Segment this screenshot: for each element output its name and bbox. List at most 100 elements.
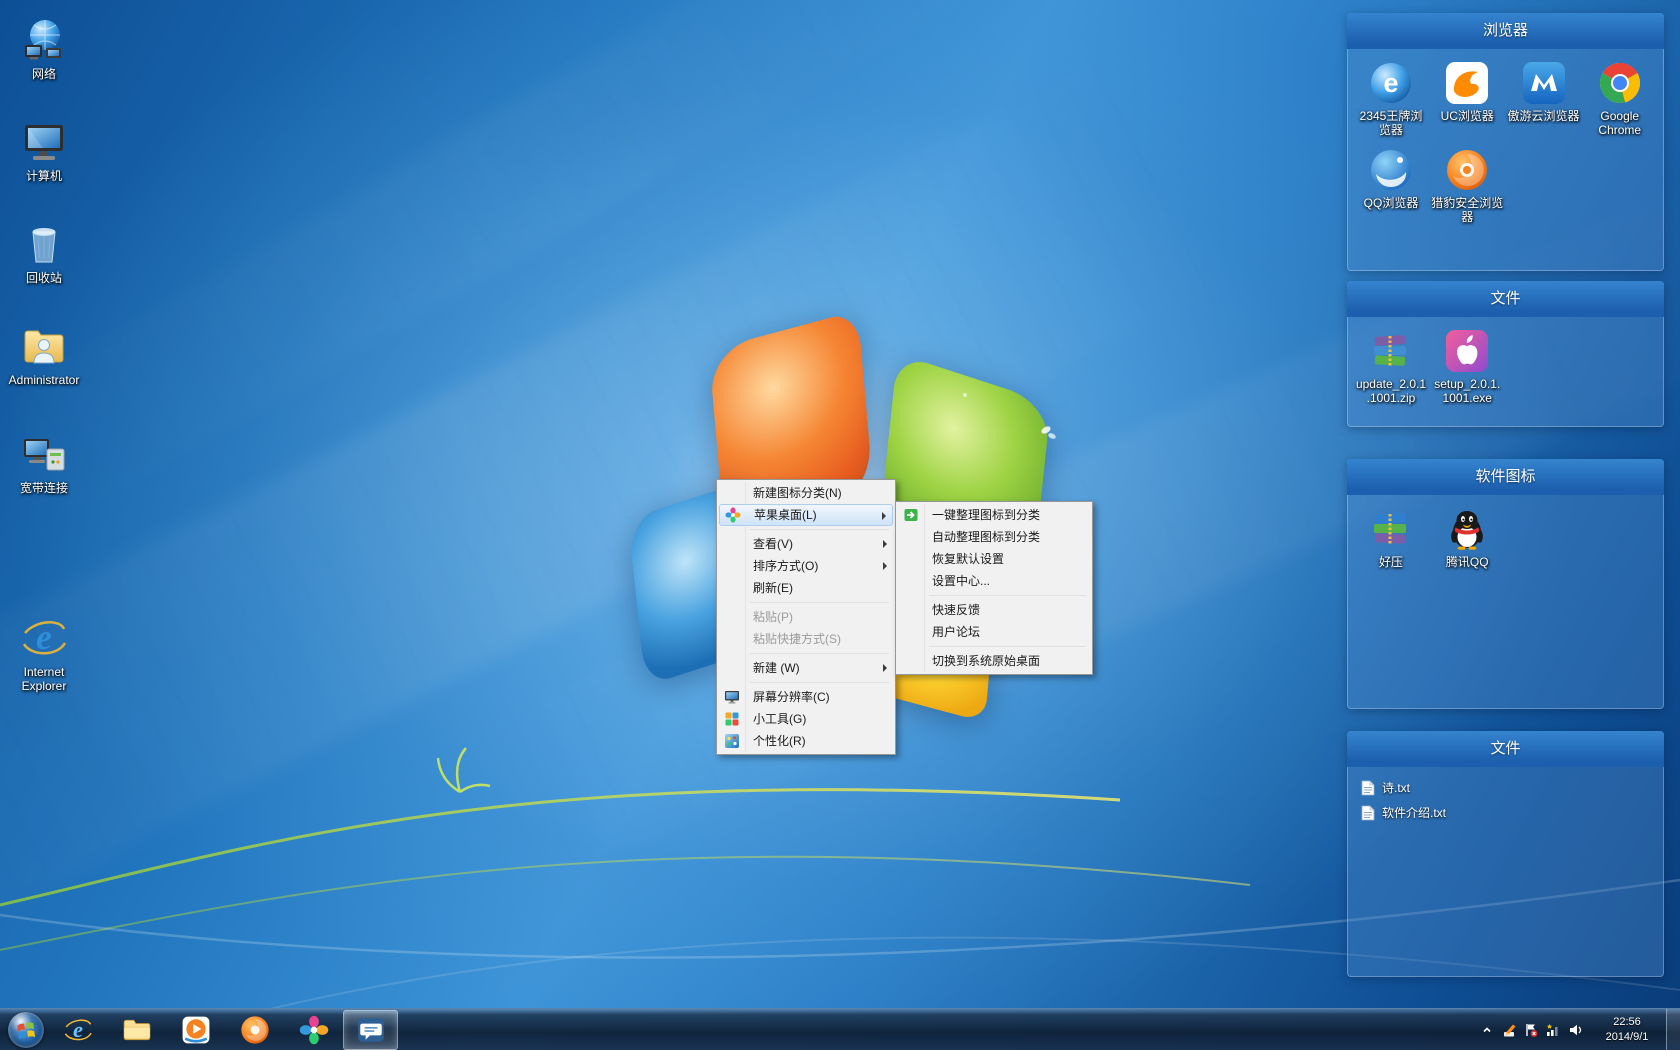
panel-body: e 2345王牌浏览器 UC浏览器 傲游云浏览器 [1347,49,1664,237]
panel-file-setup-exe[interactable]: setup_2.0.1.1001.exe [1429,329,1505,406]
taskbar-apple-desktop[interactable] [284,1009,343,1050]
taskbar-clock[interactable]: 22:56 2014/9/1 [1594,1015,1660,1045]
panel-file-poem-txt[interactable]: 诗.txt [1351,775,1660,800]
panel-app-google-chrome[interactable]: Google Chrome [1582,61,1658,138]
qq-browser-icon [1369,148,1413,192]
file-label: 软件介绍.txt [1382,804,1446,821]
desktop-icon-label: 回收站 [26,271,62,285]
menu-item-refresh[interactable]: 刷新(E) [719,577,893,599]
user-folder-icon [20,322,68,370]
tray-volume[interactable] [1564,1019,1586,1041]
clock-time: 22:56 [1594,1015,1660,1030]
desktop-icon-administrator[interactable]: Administrator [6,322,82,387]
panel-app-haozip[interactable]: 好压 [1353,507,1429,569]
desktop-icon-recycle-bin[interactable]: 回收站 [6,220,82,285]
menu-item-new[interactable]: 新建 (W) [719,657,893,679]
taskbar-internet-explorer[interactable]: e [48,1009,107,1050]
gadgets-icon [724,711,740,727]
file-label: 诗.txt [1382,779,1410,796]
tray-pen-input[interactable] [1498,1019,1520,1041]
menu-item-label: 一键整理图标到分类 [932,508,1040,522]
app-label: 好压 [1379,555,1403,569]
submenu-item-user-forum[interactable]: 用户论坛 [898,621,1090,643]
panel-app-uc-browser[interactable]: UC浏览器 [1429,61,1505,138]
panel-file-software-intro-txt[interactable]: 软件介绍.txt [1351,800,1660,825]
panel-body: 好压 腾讯QQ [1347,495,1664,581]
app-label: 猎豹安全浏览器 [1431,196,1503,225]
menu-item-label: 新建图标分类(N) [753,486,842,500]
panel-app-liebao-browser[interactable]: 猎豹安全浏览器 [1429,148,1505,225]
taskbar-notes-app[interactable] [343,1010,398,1050]
taskbar-media-player[interactable] [166,1009,225,1050]
recycle-bin-icon [20,220,68,268]
desktop-icon-broadband[interactable]: 宽带连接 [6,430,82,495]
desktop-icon-network[interactable]: 网络 [6,16,82,81]
qq-penguin-icon [1445,507,1489,551]
panel-app-qq-browser[interactable]: QQ浏览器 [1353,148,1429,225]
menu-item-new-icon-category[interactable]: 新建图标分类(N) [719,482,893,504]
app-label: UC浏览器 [1441,109,1494,123]
tray-show-hidden-icons[interactable] [1476,1019,1498,1041]
app-label: 腾讯QQ [1446,555,1489,569]
menu-item-gadgets[interactable]: 小工具(G) [719,708,893,730]
menu-item-sort-by[interactable]: 排序方式(O) [719,555,893,577]
submenu-item-one-key-organize[interactable]: 一键整理图标到分类 [898,504,1090,526]
start-button[interactable] [8,1012,44,1048]
submenu-item-switch-to-original-desktop[interactable]: 切换到系统原始桌面 [898,650,1090,672]
haozip-icon [1369,507,1413,551]
chat-bubble-icon [356,1015,386,1045]
menu-item-label: 新建 (W) [753,661,800,675]
taskbar-windows-explorer[interactable] [107,1009,166,1050]
menu-item-screen-resolution[interactable]: 屏幕分辨率(C) [719,686,893,708]
desktop-icon-label: 计算机 [26,169,62,183]
chrome-icon [1598,61,1642,105]
menu-item-label: 设置中心... [932,574,990,588]
show-desktop-button[interactable] [1666,1009,1680,1050]
uc-browser-icon [1445,61,1489,105]
liebao-browser-icon [1445,148,1489,192]
panel-header[interactable]: 软件图标 [1347,459,1664,495]
text-file-icon [1361,805,1375,821]
panel-app-tencent-qq[interactable]: 腾讯QQ [1429,507,1505,569]
desktop: 网络 计算机 回收站 Administrator [0,0,1680,1050]
menu-item-apple-desktop[interactable]: 苹果桌面(L) [719,504,893,526]
internet-explorer-icon: e [20,614,68,662]
menu-item-label: 用户论坛 [932,625,980,639]
desktop-icon-label: Administrator [9,373,80,387]
submenu-arrow-icon [883,562,887,570]
panel-header[interactable]: 文件 [1347,281,1664,317]
menu-item-label: 个性化(R) [753,734,806,748]
menu-item-label: 苹果桌面(L) [754,508,817,522]
submenu-item-quick-feedback[interactable]: 快速反馈 [898,599,1090,621]
desktop-icon-label: Internet Explorer [6,665,82,694]
network-signal-icon [1545,1022,1561,1038]
submenu-item-settings-center[interactable]: 设置中心... [898,570,1090,592]
panel-app-2345-browser[interactable]: e 2345王牌浏览器 [1353,61,1429,138]
internet-explorer-icon: e [63,1015,93,1045]
menu-separator [929,595,1086,596]
svg-text:e: e [1383,68,1398,98]
panel-header[interactable]: 文件 [1347,731,1664,767]
text-file-icon [1361,780,1375,796]
panel-app-maxthon-browser[interactable]: 傲游云浏览器 [1506,61,1582,138]
taskbar-liebao-browser[interactable] [225,1009,284,1050]
2345-browser-icon: e [1369,61,1413,105]
tray-network[interactable] [1542,1019,1564,1041]
desktop-icon-computer[interactable]: 计算机 [6,118,82,183]
desktop-icon-internet-explorer[interactable]: e Internet Explorer [6,614,82,694]
app-label: 2345王牌浏览器 [1355,109,1427,138]
menu-item-label: 切换到系统原始桌面 [932,654,1040,668]
network-icon [20,16,68,64]
menu-item-view[interactable]: 查看(V) [719,533,893,555]
submenu-item-auto-organize[interactable]: 自动整理图标到分类 [898,526,1090,548]
speaker-icon [1567,1022,1583,1038]
tray-action-center[interactable] [1520,1019,1542,1041]
menu-item-label: 快速反馈 [932,603,980,617]
panel-files-bottom: 文件 诗.txt 软件介绍.txt [1347,731,1664,977]
submenu-item-restore-defaults[interactable]: 恢复默认设置 [898,548,1090,570]
menu-item-personalize[interactable]: 个性化(R) [719,730,893,752]
light-beam [0,0,1055,551]
menu-item-paste: 粘贴(P) [719,606,893,628]
panel-header[interactable]: 浏览器 [1347,13,1664,49]
panel-file-update-zip[interactable]: update_2.0.1.1001.zip [1353,329,1429,406]
